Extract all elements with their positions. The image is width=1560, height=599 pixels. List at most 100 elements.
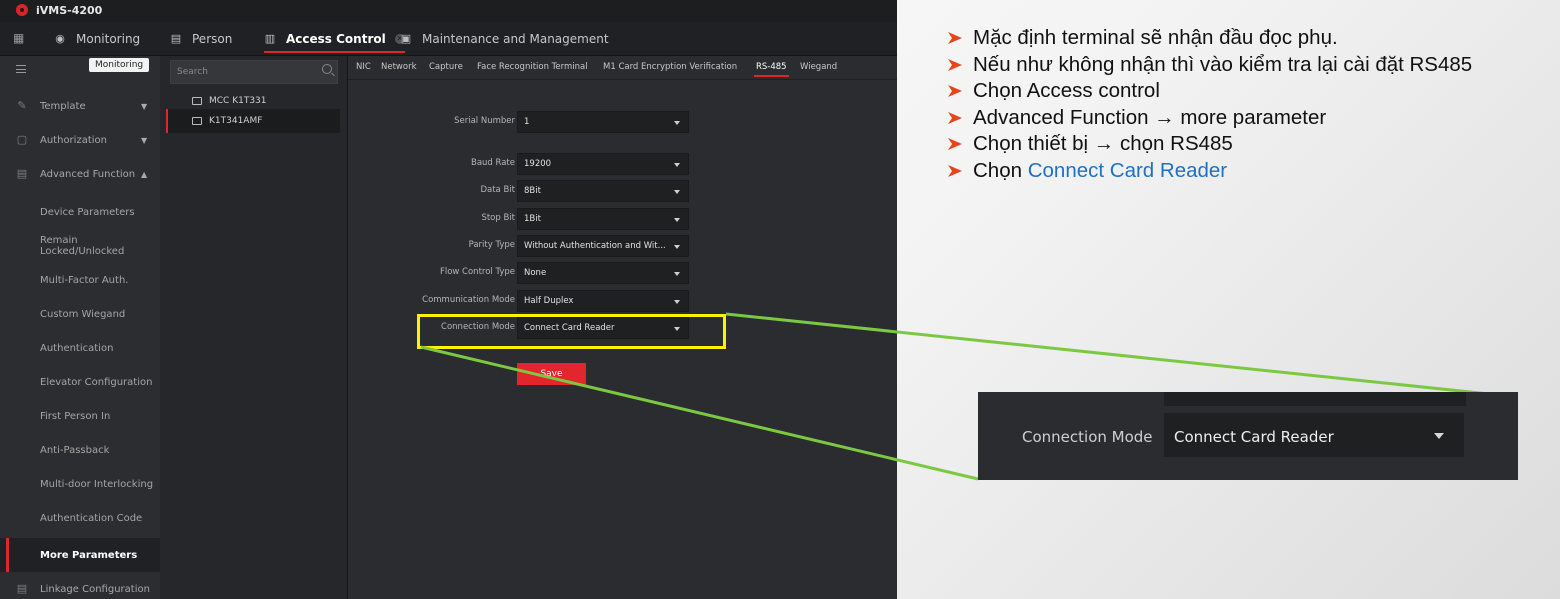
hamburger-menu-icon[interactable] xyxy=(16,65,26,73)
subtab-face-recognition[interactable]: Face Recognition Terminal xyxy=(477,62,588,72)
parameter-tabs: NIC Network Capture Face Recognition Ter… xyxy=(348,56,897,80)
connect-card-reader-text: Connect Card Reader xyxy=(1027,158,1228,182)
camera-icon: ◉ xyxy=(55,32,65,45)
instruction-list: Mặc định terminal sẽ nhận đầu đọc phụ. N… xyxy=(947,26,1557,185)
sidebar-item-anti-passback[interactable]: Anti-Passback xyxy=(0,433,160,467)
title-bar: iVMS-4200 xyxy=(0,0,897,22)
chevron-up-icon: ▲ xyxy=(141,169,148,179)
sidebar-item-linkage[interactable]: ▤ Linkage Configuration xyxy=(0,572,160,599)
device-icon xyxy=(192,97,202,105)
highlight-box xyxy=(417,314,726,349)
field-data-bit: Data Bit 8Bit xyxy=(348,180,897,202)
clipboard-icon: ▣ xyxy=(400,32,412,45)
sidebar-item-first-person-in[interactable]: First Person In xyxy=(0,399,160,433)
bullet-arrow-icon xyxy=(948,164,962,177)
parity-type-select[interactable]: Without Authentication and Wit... xyxy=(517,235,689,257)
instruction-item: Chọn Access control xyxy=(947,79,1557,104)
person-card-icon: ▤ xyxy=(170,32,182,45)
device-search xyxy=(170,60,338,84)
bullet-arrow-icon xyxy=(948,111,962,124)
left-navigation: Monitoring ✎ Template ▼ ▢ Authorization … xyxy=(0,56,160,599)
subtab-rs485[interactable]: RS-485 xyxy=(754,62,789,77)
sidebar-item-template[interactable]: ✎ Template ▼ xyxy=(0,89,160,123)
chevron-down-icon xyxy=(674,300,680,304)
search-input[interactable] xyxy=(171,61,311,83)
instruction-item: Chọn thiết bị → chọn RS485 xyxy=(947,132,1557,157)
zoom-previous-field xyxy=(1164,392,1466,406)
field-communication-mode: Communication Mode Half Duplex xyxy=(348,290,897,312)
tooltip: Monitoring xyxy=(89,58,150,72)
tab-maintenance[interactable]: ▣ Maintenance and Management xyxy=(400,22,609,56)
sidebar-item-authentication[interactable]: Authentication xyxy=(0,331,160,365)
sidebar-item-remain-locked[interactable]: Remain Locked/Unlocked xyxy=(0,229,160,263)
stop-bit-select[interactable]: 1Bit xyxy=(517,208,689,230)
field-stop-bit: Stop Bit 1Bit xyxy=(348,208,897,230)
lock-icon: ▢ xyxy=(16,133,28,146)
bullet-arrow-icon xyxy=(948,32,962,44)
field-serial-number: Serial Number 1 xyxy=(348,111,897,133)
door-icon: ▥ xyxy=(264,32,276,45)
tab-label: Access Control xyxy=(286,32,386,46)
baud-rate-select[interactable]: 19200 xyxy=(517,153,689,175)
instruction-item: Nếu như không nhận thì vào kiểm tra lại … xyxy=(947,53,1557,78)
device-item-k1t341amf[interactable]: K1T341AMF xyxy=(166,109,340,133)
bullet-arrow-icon xyxy=(948,58,962,71)
field-flow-control: Flow Control Type None xyxy=(348,262,897,284)
sidebar-item-advanced-function[interactable]: ▤ Advanced Function ▲ xyxy=(0,157,160,191)
tab-person[interactable]: ▤ Person xyxy=(170,22,233,56)
instruction-item: Chọn Connect Card Reader xyxy=(947,159,1557,184)
subtab-capture[interactable]: Capture xyxy=(429,62,463,72)
device-list-panel: MCC K1T331 K1T341AMF xyxy=(160,56,348,599)
chevron-down-icon xyxy=(1434,433,1444,439)
sidebar-item-custom-wiegand[interactable]: Custom Wiegand xyxy=(0,297,160,331)
sidebar-item-multi-factor[interactable]: Multi-Factor Auth. xyxy=(0,263,160,297)
hikvision-logo-icon xyxy=(16,4,28,16)
sidebar-item-elevator[interactable]: Elevator Configuration xyxy=(0,365,160,399)
zoom-inset: Connection Mode Connect Card Reader xyxy=(978,392,1518,480)
tab-label: Monitoring xyxy=(76,32,141,46)
ivms-window: iVMS-4200 ▦ ◉ Monitoring ▤ Person ▥ Acce… xyxy=(0,0,897,599)
grid-menu-icon[interactable]: ▦ xyxy=(13,32,25,44)
data-bit-select[interactable]: 8Bit xyxy=(517,180,689,202)
tab-monitoring[interactable]: ◉ Monitoring xyxy=(54,22,140,56)
save-button[interactable]: Save xyxy=(517,363,586,385)
flow-control-select[interactable]: None xyxy=(517,262,689,284)
subtab-nic[interactable]: NIC xyxy=(356,62,371,72)
sidebar-item-device-parameters[interactable]: Device Parameters xyxy=(0,195,160,229)
bullet-arrow-icon xyxy=(948,85,962,97)
chevron-down-icon: ▼ xyxy=(141,135,148,145)
communication-mode-select[interactable]: Half Duplex xyxy=(517,290,689,312)
field-parity-type: Parity Type Without Authentication and W… xyxy=(348,235,897,257)
bullet-arrow-icon xyxy=(948,138,962,150)
zoom-connection-mode-select: Connect Card Reader xyxy=(1164,413,1464,457)
sidebar-item-more-parameters[interactable]: More Parameters xyxy=(0,538,160,572)
chevron-down-icon xyxy=(674,121,680,125)
chevron-down-icon xyxy=(674,272,680,276)
tab-access-control[interactable]: ▥ Access Control ✕ xyxy=(264,22,405,56)
field-baud-rate: Baud Rate 19200 xyxy=(348,153,897,175)
instruction-item: Mặc định terminal sẽ nhận đầu đọc phụ. xyxy=(947,26,1557,51)
nav-header: Monitoring xyxy=(0,56,160,82)
template-icon: ✎ xyxy=(17,99,27,112)
chevron-down-icon xyxy=(674,245,680,249)
tab-label: Maintenance and Management xyxy=(422,32,609,46)
sidebar-item-multi-door[interactable]: Multi-door Interlocking xyxy=(0,467,160,501)
search-icon[interactable] xyxy=(322,64,332,74)
chevron-down-icon: ▼ xyxy=(141,101,148,111)
device-icon xyxy=(192,117,202,125)
main-tab-bar: ▦ ◉ Monitoring ▤ Person ▥ Access Control… xyxy=(0,22,897,56)
zoom-field-label: Connection Mode xyxy=(1022,428,1153,446)
advanced-function-icon: ▤ xyxy=(16,167,28,180)
tab-label: Person xyxy=(192,32,233,46)
subtab-m1-card[interactable]: M1 Card Encryption Verification xyxy=(603,62,737,72)
subtab-network[interactable]: Network xyxy=(381,62,417,72)
chevron-down-icon xyxy=(674,163,680,167)
chevron-down-icon xyxy=(674,190,680,194)
chevron-down-icon xyxy=(674,218,680,222)
subtab-wiegand[interactable]: Wiegand xyxy=(800,62,837,72)
serial-number-select[interactable]: 1 xyxy=(517,111,689,133)
sidebar-item-auth-code[interactable]: Authentication Code xyxy=(0,501,160,535)
sidebar-item-authorization[interactable]: ▢ Authorization ▼ xyxy=(0,123,160,157)
linkage-icon: ▤ xyxy=(16,582,28,595)
app-title: iVMS-4200 xyxy=(36,4,103,17)
